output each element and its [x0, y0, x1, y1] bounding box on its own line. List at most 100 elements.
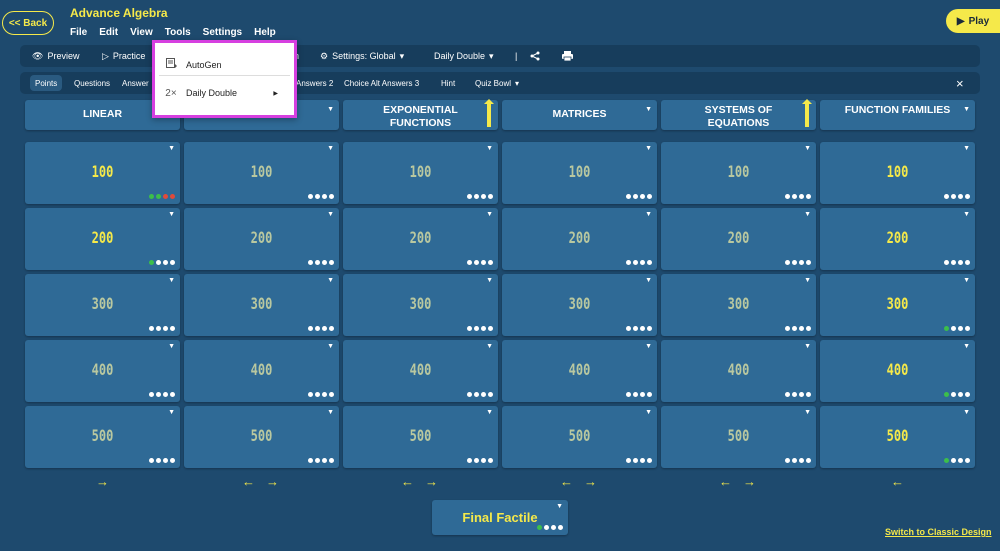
- chevron-down-icon[interactable]: ▼: [486, 409, 493, 416]
- filter-alt-answers-2[interactable]: Answers 2: [296, 72, 333, 94]
- move-right-arrow-icon[interactable]: →: [425, 474, 438, 489]
- chevron-down-icon[interactable]: ▼: [486, 145, 493, 152]
- question-cell[interactable]: ▼ 300: [661, 274, 816, 336]
- question-cell[interactable]: ▼ 300: [502, 274, 657, 336]
- question-cell[interactable]: ▼ 200: [502, 208, 657, 270]
- move-right-arrow-icon[interactable]: →: [743, 474, 756, 489]
- filter-quiz-bowl[interactable]: Quiz Bowl ▾: [475, 72, 519, 94]
- move-left-arrow-icon[interactable]: ←: [891, 474, 904, 489]
- question-cell[interactable]: ▼ 100: [661, 142, 816, 204]
- chevron-down-icon[interactable]: ▼: [168, 343, 175, 350]
- chevron-down-icon[interactable]: ▼: [327, 277, 334, 284]
- daily-double-menu-item[interactable]: 2× Daily Double ▶: [155, 81, 294, 105]
- chevron-down-icon[interactable]: ▼: [963, 409, 970, 416]
- back-button[interactable]: << Back: [2, 11, 54, 35]
- move-left-arrow-icon[interactable]: ←: [242, 474, 255, 489]
- move-up-icon[interactable]: [484, 99, 494, 127]
- chevron-down-icon[interactable]: ▼: [804, 343, 811, 350]
- chevron-down-icon[interactable]: ▼: [168, 409, 175, 416]
- question-cell[interactable]: ▼ 500: [343, 406, 498, 468]
- chevron-down-icon[interactable]: ▼: [168, 211, 175, 218]
- question-cell[interactable]: ▼ 200: [820, 208, 975, 270]
- settings-global-button[interactable]: ⚙ Settings: Global ▾: [320, 45, 404, 67]
- filter-hint[interactable]: Hint: [441, 72, 455, 94]
- chevron-down-icon[interactable]: ▼: [645, 211, 652, 218]
- question-cell[interactable]: ▼ 100: [502, 142, 657, 204]
- move-left-arrow-icon[interactable]: ←: [401, 474, 414, 489]
- chevron-down-icon[interactable]: ▼: [168, 145, 175, 152]
- question-cell[interactable]: ▼ 100: [184, 142, 339, 204]
- question-cell[interactable]: ▼ 500: [820, 406, 975, 468]
- switch-classic-design-link[interactable]: Switch to Classic Design: [885, 527, 992, 537]
- category-header[interactable]: SYSTEMS OF EQUATIONS: [661, 99, 816, 130]
- question-cell[interactable]: ▼ 400: [661, 340, 816, 402]
- move-right-arrow-icon[interactable]: →: [96, 474, 109, 489]
- final-factile-card[interactable]: ▼ Final Factile: [432, 500, 568, 535]
- question-cell[interactable]: ▼ 400: [184, 340, 339, 402]
- question-cell[interactable]: ▼ 400: [502, 340, 657, 402]
- chevron-down-icon[interactable]: ▼: [327, 211, 334, 218]
- chevron-down-icon[interactable]: ▼: [963, 343, 970, 350]
- filter-alt-answers-3[interactable]: Choice Alt Answers 3: [344, 72, 419, 94]
- daily-double-button[interactable]: Daily Double ▾: [434, 45, 494, 67]
- chevron-down-icon[interactable]: ▼: [963, 103, 970, 116]
- move-left-arrow-icon[interactable]: ←: [719, 474, 732, 489]
- menu-help[interactable]: Help: [254, 27, 276, 38]
- close-icon[interactable]: ×: [956, 72, 964, 94]
- menu-settings[interactable]: Settings: [203, 27, 242, 38]
- chevron-down-icon[interactable]: ▼: [486, 211, 493, 218]
- question-cell[interactable]: ▼ 300: [343, 274, 498, 336]
- question-cell[interactable]: ▼ 400: [25, 340, 180, 402]
- filter-questions[interactable]: Questions: [74, 72, 110, 94]
- chevron-down-icon[interactable]: ▼: [645, 343, 652, 350]
- menu-view[interactable]: View: [130, 27, 153, 38]
- question-cell[interactable]: ▼ 100: [820, 142, 975, 204]
- chevron-down-icon[interactable]: ▼: [556, 503, 563, 510]
- move-right-arrow-icon[interactable]: →: [584, 474, 597, 489]
- menu-file[interactable]: File: [70, 27, 87, 38]
- menu-tools[interactable]: Tools: [165, 27, 191, 38]
- category-header[interactable]: MATRICES ▼: [502, 100, 657, 130]
- chevron-down-icon[interactable]: ▼: [327, 103, 334, 116]
- chevron-down-icon[interactable]: ▼: [804, 211, 811, 218]
- chevron-down-icon[interactable]: ▼: [804, 145, 811, 152]
- move-right-arrow-icon[interactable]: →: [266, 474, 279, 489]
- chevron-down-icon[interactable]: ▼: [327, 343, 334, 350]
- print-icon[interactable]: [562, 45, 573, 67]
- chevron-down-icon[interactable]: ▼: [804, 409, 811, 416]
- category-header[interactable]: FUNCTION FAMILIES ▼: [820, 100, 975, 130]
- chevron-down-icon[interactable]: ▼: [327, 409, 334, 416]
- question-cell[interactable]: ▼ 200: [343, 208, 498, 270]
- filter-answers[interactable]: Answer: [122, 72, 149, 94]
- chevron-down-icon[interactable]: ▼: [486, 343, 493, 350]
- category-header[interactable]: EXPONENTIAL FUNCTIONS: [343, 99, 498, 130]
- filter-points[interactable]: Points: [30, 75, 63, 91]
- chevron-down-icon[interactable]: ▼: [963, 145, 970, 152]
- chevron-down-icon[interactable]: ▼: [804, 277, 811, 284]
- chevron-down-icon[interactable]: ▼: [327, 145, 334, 152]
- question-cell[interactable]: ▼ 500: [502, 406, 657, 468]
- share-icon[interactable]: [530, 45, 540, 67]
- practice-button[interactable]: ▷ Practice: [102, 45, 145, 67]
- question-cell[interactable]: ▼ 200: [661, 208, 816, 270]
- chevron-down-icon[interactable]: ▼: [645, 145, 652, 152]
- question-cell[interactable]: ▼ 300: [184, 274, 339, 336]
- question-cell[interactable]: ▼ 400: [343, 340, 498, 402]
- question-cell[interactable]: ▼ 400: [820, 340, 975, 402]
- chevron-down-icon[interactable]: ▼: [168, 277, 175, 284]
- question-cell[interactable]: ▼ 100: [343, 142, 498, 204]
- play-button[interactable]: ▶ Play: [946, 9, 1000, 33]
- question-cell[interactable]: ▼ 500: [25, 406, 180, 468]
- chevron-down-icon[interactable]: ▼: [486, 277, 493, 284]
- autogen-menu-item[interactable]: AutoGen: [155, 53, 294, 77]
- question-cell[interactable]: ▼ 100: [25, 142, 180, 204]
- chevron-down-icon[interactable]: ▼: [963, 211, 970, 218]
- question-cell[interactable]: ▼ 300: [25, 274, 180, 336]
- chevron-down-icon[interactable]: ▼: [963, 277, 970, 284]
- chevron-down-icon[interactable]: ▼: [645, 277, 652, 284]
- question-cell[interactable]: ▼ 500: [661, 406, 816, 468]
- question-cell[interactable]: ▼ 200: [184, 208, 339, 270]
- preview-button[interactable]: 👁 Preview: [32, 45, 79, 67]
- question-cell[interactable]: ▼ 500: [184, 406, 339, 468]
- menu-edit[interactable]: Edit: [99, 27, 118, 38]
